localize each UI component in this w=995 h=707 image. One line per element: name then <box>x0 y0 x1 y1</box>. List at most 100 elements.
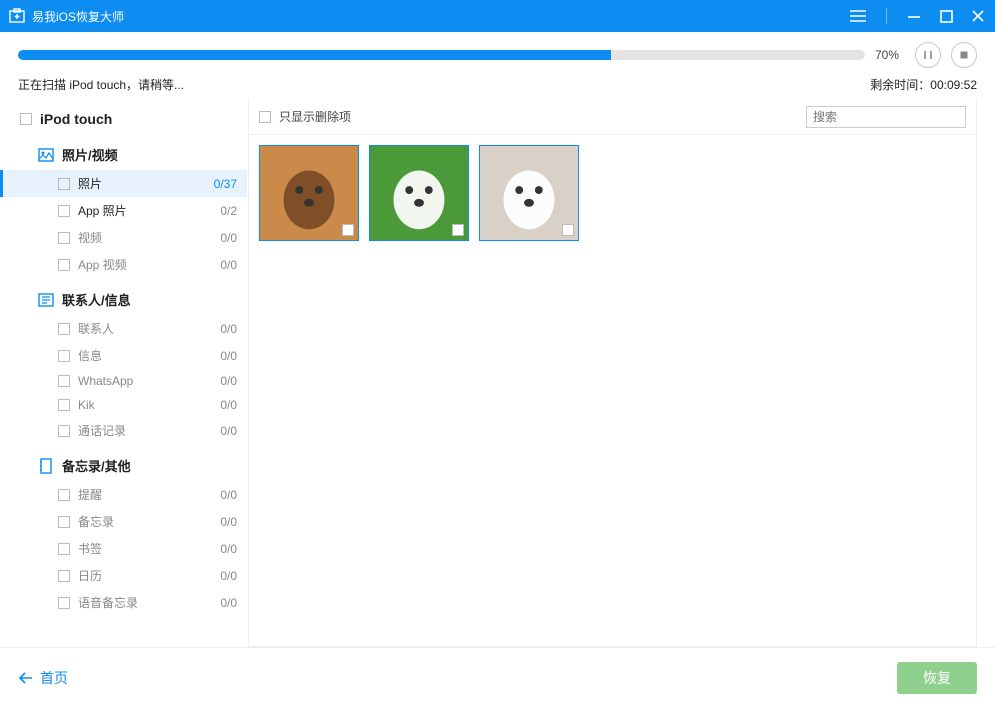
item-count: 0/0 <box>220 596 237 610</box>
picture-icon <box>38 147 54 163</box>
category-label: 联系人/信息 <box>62 290 131 309</box>
checkbox[interactable] <box>58 375 70 387</box>
minimize-button[interactable] <box>905 7 923 25</box>
checkbox[interactable] <box>20 113 32 125</box>
tree-item[interactable]: App 视频0/0 <box>0 251 247 278</box>
item-count: 0/37 <box>214 177 237 191</box>
thumbnail-grid <box>249 135 976 646</box>
tree-item[interactable]: 联系人0/0 <box>0 315 247 342</box>
progress-bar <box>18 50 865 60</box>
item-label: 联系人 <box>78 320 220 337</box>
separator <box>886 8 887 24</box>
checkbox[interactable] <box>58 259 70 271</box>
thumbnail[interactable] <box>259 145 359 241</box>
tree-item[interactable]: 日历0/0 <box>0 562 247 589</box>
item-label: App 视频 <box>78 256 220 273</box>
maximize-button[interactable] <box>937 7 955 25</box>
home-label: 首页 <box>40 668 68 688</box>
pause-button[interactable] <box>915 42 941 68</box>
item-label: App 照片 <box>78 202 220 219</box>
item-count: 0/0 <box>220 398 237 412</box>
tree-item[interactable]: 通话记录0/0 <box>0 417 247 444</box>
tree-item[interactable]: 书签0/0 <box>0 535 247 562</box>
checkbox[interactable] <box>58 350 70 362</box>
menu-list-icon[interactable] <box>850 7 868 25</box>
item-label: WhatsApp <box>78 374 220 388</box>
checkbox[interactable] <box>58 570 70 582</box>
tree-item[interactable]: 信息0/0 <box>0 342 247 369</box>
checkbox[interactable] <box>58 489 70 501</box>
tree-item[interactable]: 提醒0/0 <box>0 481 247 508</box>
category-label: 备忘录/其他 <box>62 456 131 475</box>
checkbox[interactable] <box>58 323 70 335</box>
tree-category[interactable]: 照片/视频 <box>0 139 247 170</box>
arrow-left-icon <box>18 671 34 685</box>
tree-item[interactable]: 照片0/37 <box>0 170 247 197</box>
window-title: 易我iOS恢复大师 <box>32 8 850 25</box>
item-count: 0/0 <box>220 322 237 336</box>
progress-area: 70% 正在扫描 iPod touch，请稍等... 剩余时间：00:09:52 <box>0 32 995 99</box>
tree-item[interactable]: 语音备忘录0/0 <box>0 589 247 616</box>
home-link[interactable]: 首页 <box>18 668 68 688</box>
item-count: 0/0 <box>220 424 237 438</box>
tree-item[interactable]: Kik0/0 <box>0 393 247 417</box>
content-panel: 只显示删除项 <box>248 99 977 647</box>
recover-button[interactable]: 恢复 <box>897 662 977 694</box>
footer: 首页 恢复 <box>0 647 995 707</box>
checkbox[interactable] <box>58 178 70 190</box>
titlebar: 易我iOS恢复大师 <box>0 0 995 32</box>
progress-percent: 70% <box>875 48 905 62</box>
select-checkbox[interactable] <box>342 224 354 236</box>
item-count: 0/0 <box>220 515 237 529</box>
scan-status-text: 正在扫描 iPod touch，请稍等... <box>18 76 184 93</box>
checkbox[interactable] <box>58 543 70 555</box>
tree-item[interactable]: 视频0/0 <box>0 224 247 251</box>
item-label: 通话记录 <box>78 422 220 439</box>
checkbox[interactable] <box>58 425 70 437</box>
item-count: 0/0 <box>220 258 237 272</box>
tree-item[interactable]: App 照片0/2 <box>0 197 247 224</box>
select-checkbox[interactable] <box>562 224 574 236</box>
search-input[interactable] <box>806 106 966 128</box>
item-label: 语音备忘录 <box>78 594 220 611</box>
thumbnail[interactable] <box>479 145 579 241</box>
item-label: 书签 <box>78 540 220 557</box>
item-count: 0/0 <box>220 542 237 556</box>
tree-category[interactable]: 联系人/信息 <box>0 284 247 315</box>
show-deleted-label: 只显示删除项 <box>279 108 798 125</box>
item-count: 0/0 <box>220 374 237 388</box>
item-count: 0/0 <box>220 349 237 363</box>
thumbnail[interactable] <box>369 145 469 241</box>
item-count: 0/0 <box>220 488 237 502</box>
item-label: 提醒 <box>78 486 220 503</box>
show-deleted-checkbox[interactable] <box>259 111 271 123</box>
item-label: 信息 <box>78 347 220 364</box>
checkbox[interactable] <box>58 232 70 244</box>
close-button[interactable] <box>969 7 987 25</box>
tree-category[interactable]: 备忘录/其他 <box>0 450 247 481</box>
item-count: 0/0 <box>220 569 237 583</box>
app-logo-icon <box>8 7 26 25</box>
select-checkbox[interactable] <box>452 224 464 236</box>
checkbox[interactable] <box>58 516 70 528</box>
remaining-time: 剩余时间：00:09:52 <box>870 76 977 93</box>
stop-button[interactable] <box>951 42 977 68</box>
item-label: Kik <box>78 398 220 412</box>
tree-root-label: iPod touch <box>40 111 112 127</box>
tree-item[interactable]: WhatsApp0/0 <box>0 369 247 393</box>
tree-item[interactable]: 备忘录0/0 <box>0 508 247 535</box>
item-label: 备忘录 <box>78 513 220 530</box>
checkbox[interactable] <box>58 399 70 411</box>
item-count: 0/0 <box>220 231 237 245</box>
memo-icon <box>38 458 54 474</box>
item-label: 照片 <box>78 175 214 192</box>
category-label: 照片/视频 <box>62 145 118 164</box>
tree-root[interactable]: iPod touch <box>0 105 247 133</box>
item-label: 视频 <box>78 229 220 246</box>
contacts-icon <box>38 292 54 308</box>
content-toolbar: 只显示删除项 <box>249 99 976 135</box>
item-count: 0/2 <box>220 204 237 218</box>
item-label: 日历 <box>78 567 220 584</box>
checkbox[interactable] <box>58 597 70 609</box>
checkbox[interactable] <box>58 205 70 217</box>
